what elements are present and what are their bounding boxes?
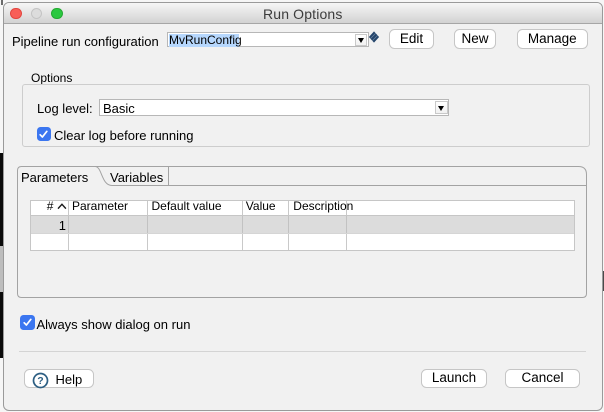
svg-text:?: ?	[37, 375, 43, 387]
